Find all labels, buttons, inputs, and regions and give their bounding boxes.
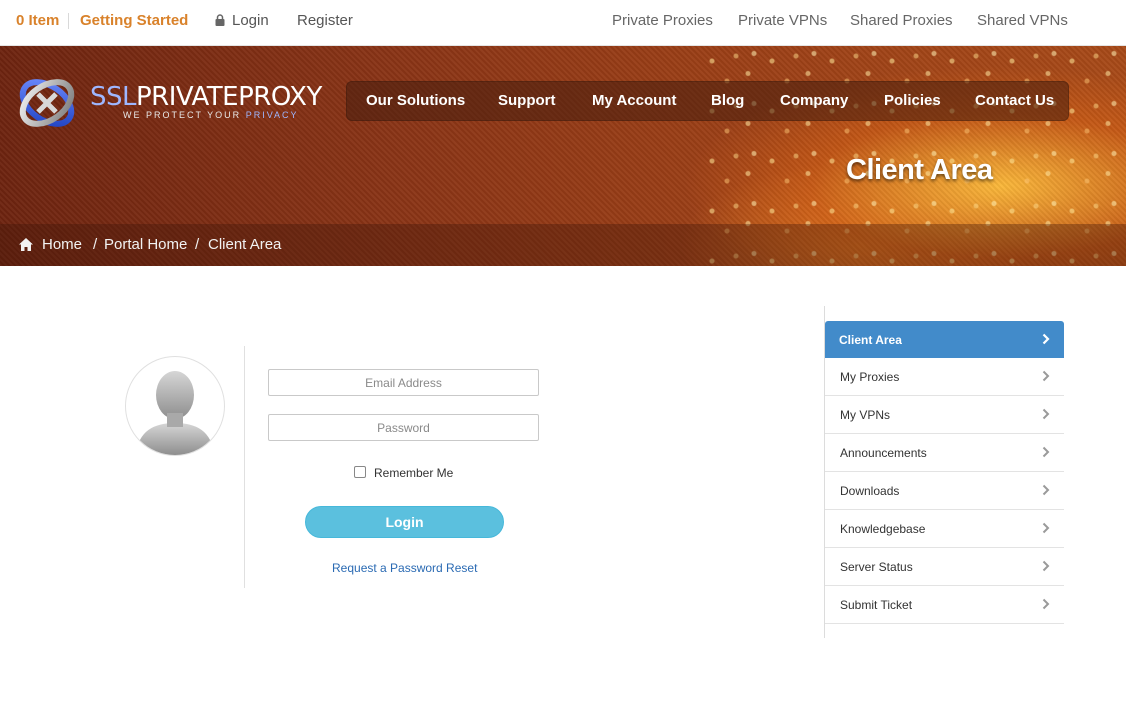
nav-blog[interactable]: Blog (711, 92, 744, 109)
sidebar-menu: Client Area My Proxies My VPNs Announcem… (825, 321, 1064, 624)
tagline-part: WE PROTECT YOUR (123, 110, 246, 120)
sidebar-item-label: Downloads (840, 484, 900, 498)
chevron-right-icon (1042, 408, 1050, 420)
sidebar-item-label: Submit Ticket (840, 598, 913, 612)
breadcrumb-separator: / (195, 236, 200, 253)
breadcrumb-home[interactable]: Home (42, 236, 82, 253)
cart-count-link[interactable]: 0 Item (16, 12, 59, 29)
sidebar-item-label: Knowledgebase (840, 522, 926, 536)
password-input[interactable] (268, 414, 539, 441)
brand-tagline: WE PROTECT YOUR PRIVACY (123, 110, 299, 120)
sidebar-item-server-status[interactable]: Server Status (825, 548, 1064, 586)
private-proxies-link[interactable]: Private Proxies (612, 12, 713, 29)
login-button[interactable]: Login (305, 506, 504, 538)
sidebar-item-label: My VPNs (840, 408, 891, 422)
brand-name[interactable]: SSLPRIVATEPROXY (90, 82, 322, 112)
breadcrumb-current: Client Area (208, 236, 282, 253)
nav-policies[interactable]: Policies (884, 92, 941, 109)
breadcrumb: Home / Portal Home / Client Area (0, 224, 1126, 266)
getting-started-link[interactable]: Getting Started (80, 12, 188, 29)
chevron-right-icon (1042, 370, 1050, 382)
chevron-right-icon (1042, 446, 1050, 458)
main-nav: Our Solutions Support My Account Blog Co… (346, 81, 1069, 121)
email-input[interactable] (268, 369, 539, 396)
breadcrumb-separator: / (93, 236, 98, 253)
shared-vpns-link[interactable]: Shared VPNs (977, 12, 1068, 29)
brand-ssl: SSL (90, 82, 137, 112)
sidebar-item-label: Announcements (840, 446, 927, 460)
lock-icon (215, 14, 225, 26)
nav-our-solutions[interactable]: Our Solutions (366, 92, 465, 109)
user-silhouette-icon (136, 371, 214, 455)
nav-my-account[interactable]: My Account (592, 92, 676, 109)
logo-icon[interactable] (14, 72, 80, 134)
remember-me-label: Remember Me (374, 466, 454, 480)
sidebar-item-label: My Proxies (840, 370, 900, 384)
sidebar-item-label: Client Area (839, 333, 902, 347)
page-title: Client Area (846, 154, 993, 186)
sidebar-item-client-area[interactable]: Client Area (825, 321, 1064, 358)
divider (68, 13, 69, 29)
chevron-right-icon (1042, 522, 1050, 534)
shared-proxies-link[interactable]: Shared Proxies (850, 12, 953, 29)
chevron-right-icon (1042, 484, 1050, 496)
header-banner: SSLPRIVATEPROXY WE PROTECT YOUR PRIVACY … (0, 46, 1126, 266)
chevron-right-icon (1042, 598, 1050, 610)
chevron-right-icon (1042, 560, 1050, 572)
brand-main: PRIVATEPROXY (136, 82, 322, 112)
sidebar-item-my-proxies[interactable]: My Proxies (825, 358, 1064, 396)
chevron-right-icon (1042, 333, 1050, 345)
password-reset-link[interactable]: Request a Password Reset (332, 561, 477, 575)
sidebar-item-label: Server Status (840, 560, 913, 574)
divider (244, 346, 245, 588)
nav-company[interactable]: Company (780, 92, 848, 109)
sidebar-item-downloads[interactable]: Downloads (825, 472, 1064, 510)
nav-contact-us[interactable]: Contact Us (975, 92, 1054, 109)
sidebar-item-submit-ticket[interactable]: Submit Ticket (825, 586, 1064, 624)
breadcrumb-portal-home[interactable]: Portal Home (104, 236, 187, 253)
sidebar-item-my-vpns[interactable]: My VPNs (825, 396, 1064, 434)
sidebar-item-announcements[interactable]: Announcements (825, 434, 1064, 472)
register-link[interactable]: Register (297, 12, 353, 29)
top-bar: 0 Item Getting Started Login Register Pr… (0, 0, 1126, 46)
avatar (125, 356, 225, 456)
login-link[interactable]: Login (232, 12, 269, 29)
tagline-privacy: PRIVACY (245, 110, 299, 120)
home-icon[interactable] (19, 238, 33, 251)
nav-support[interactable]: Support (498, 92, 556, 109)
private-vpns-link[interactable]: Private VPNs (738, 12, 827, 29)
remember-me-checkbox[interactable] (354, 466, 366, 478)
sidebar-item-knowledgebase[interactable]: Knowledgebase (825, 510, 1064, 548)
